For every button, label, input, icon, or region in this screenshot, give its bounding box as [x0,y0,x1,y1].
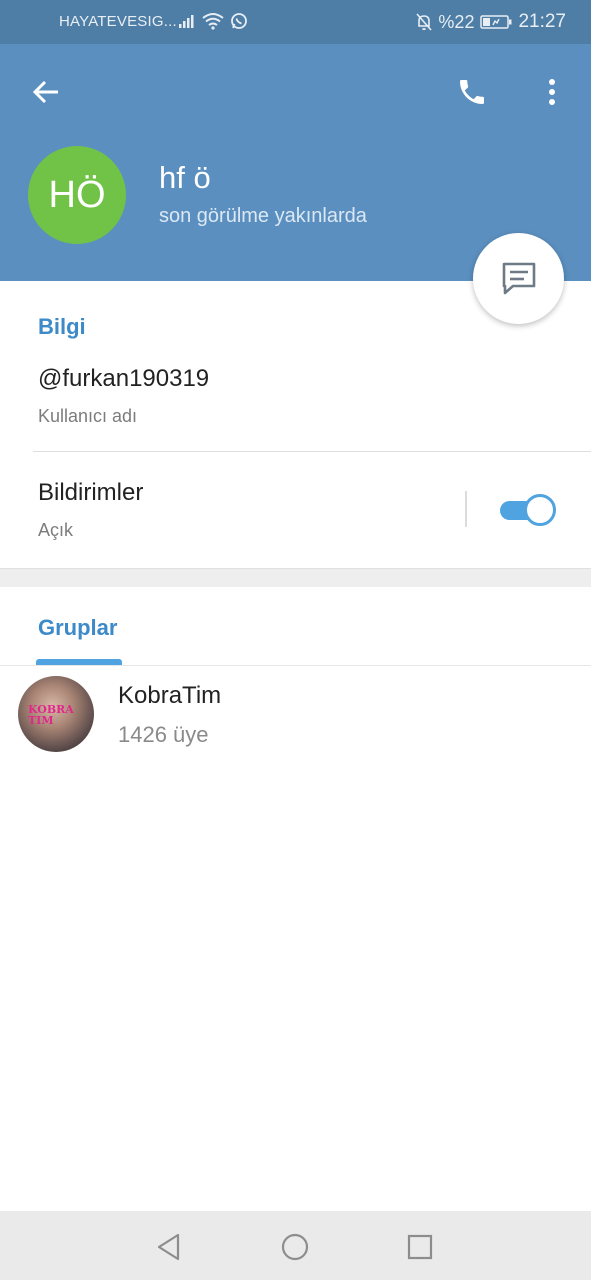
arrow-left-icon [32,80,58,104]
notifications-toggle[interactable] [500,494,556,526]
tab-groups[interactable]: Gruplar [36,587,122,665]
profile-avatar[interactable]: HÖ [28,146,126,244]
info-section-header: Bilgi [38,314,86,339]
shared-media-tabs: Gruplar [0,587,591,666]
carrier-name: HAYATEVESIG... [59,13,177,30]
triangle-back-icon [157,1233,180,1261]
back-button[interactable] [24,70,68,114]
group-avatar: KOBRA TIM [18,676,94,752]
status-icons-left [178,12,248,30]
profile-last-seen: son görülme yakınlarda [159,205,367,227]
info-section: Bilgi @furkan190319 Kullanıcı adı Bildir… [0,281,591,568]
system-navigation-bar [0,1211,591,1280]
list-item[interactable]: KOBRA TIM KobraTim 1426 üye [0,666,591,758]
active-tab-indicator [36,659,122,665]
nav-home-button[interactable] [275,1227,315,1267]
circle-home-icon [281,1233,309,1261]
group-member-count: 1426 üye [118,722,209,747]
notifications-status: Açık [38,520,74,540]
toggle-knob [524,494,556,526]
divider [33,451,591,452]
square-recents-icon [407,1234,433,1260]
clock: 21:27 [518,11,566,32]
status-bar: HAYATEVESIG... %22 21:27 [0,0,591,44]
notifications-title[interactable]: Bildirimler [38,479,143,507]
send-message-button[interactable] [473,233,564,324]
avatar-initials: HÖ [48,173,106,216]
signal-icon [179,15,194,28]
username-label: Kullanıcı adı [38,406,138,426]
more-vertical-icon [549,79,555,105]
battery-percent: %22 [438,11,475,32]
nav-back-button[interactable] [149,1227,189,1267]
section-separator [0,568,591,588]
vertical-divider [465,491,467,527]
username-value[interactable]: @furkan190319 [38,365,209,393]
more-options-button[interactable] [530,70,574,114]
phone-icon [460,80,484,104]
status-icons-right: %22 21:27 [416,11,566,33]
whatsapp-icon [231,13,247,29]
battery-icon [480,15,512,29]
wifi-icon [202,13,224,30]
nav-recents-button[interactable] [400,1227,440,1267]
group-avatar-text: KOBRA TIM [28,703,74,727]
bell-off-icon [416,13,433,31]
profile-name: hf ö [159,160,211,195]
tab-groups-label: Gruplar [38,615,118,640]
group-name: KobraTim [118,682,222,709]
message-icon [502,262,535,294]
call-button[interactable] [450,70,494,114]
